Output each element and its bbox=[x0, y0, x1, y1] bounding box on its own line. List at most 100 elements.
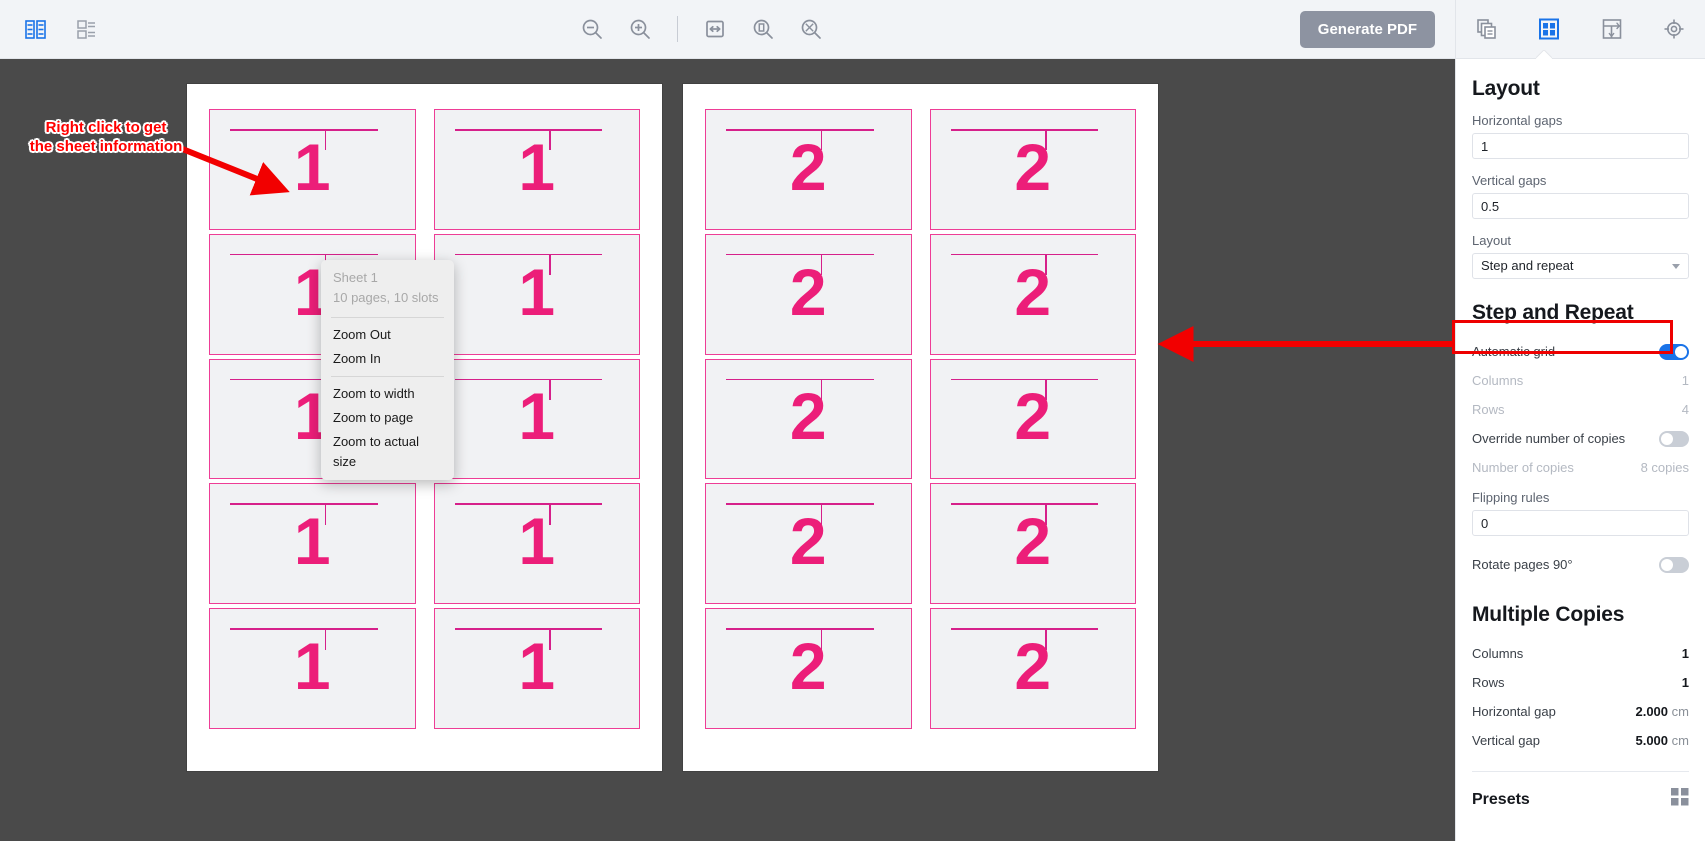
slot[interactable]: 2 bbox=[929, 358, 1136, 480]
presets-title: Presets bbox=[1472, 790, 1530, 808]
sheet-1-label: 1 bbox=[420, 749, 429, 764]
generate-pdf-button[interactable]: Generate PDF bbox=[1299, 10, 1435, 48]
slot-page-number: 2 bbox=[789, 504, 827, 579]
row-automatic-grid[interactable]: Automatic grid bbox=[1472, 337, 1689, 366]
presets-row[interactable]: Presets bbox=[1472, 772, 1689, 811]
label-mc-hgap: Horizontal gap bbox=[1472, 704, 1556, 719]
slot[interactable]: 2 bbox=[929, 233, 1136, 355]
value-columns-step: 1 bbox=[1681, 373, 1689, 388]
layout-select[interactable]: Step and repeat bbox=[1472, 253, 1689, 279]
slot[interactable]: 1 bbox=[433, 483, 640, 605]
flipping-rules-input[interactable] bbox=[1472, 510, 1689, 536]
label-override-copies: Override number of copies bbox=[1472, 431, 1626, 446]
value-mc-hgap: 2.000 cm bbox=[1635, 704, 1689, 719]
slot[interactable]: 2 bbox=[705, 608, 912, 729]
section-title-multiple-copies: Multiple Copies bbox=[1472, 603, 1625, 626]
slot[interactable]: 1 bbox=[209, 109, 416, 230]
slot[interactable]: 2 bbox=[929, 608, 1136, 729]
context-menu-header: Sheet 1 10 pages, 10 slots bbox=[321, 266, 454, 312]
slot-page-number: 1 bbox=[293, 129, 331, 204]
toolbar-left-group bbox=[0, 12, 104, 46]
slot[interactable]: 2 bbox=[705, 358, 912, 480]
slot-page-number: 2 bbox=[789, 129, 827, 204]
slot[interactable]: 1 bbox=[433, 233, 640, 355]
panel-tab-caret bbox=[1536, 50, 1552, 59]
label-mc-vgap: Vertical gap bbox=[1472, 733, 1540, 748]
section-title-layout: Layout bbox=[1472, 77, 1540, 100]
zoom-to-width-icon[interactable] bbox=[698, 12, 732, 46]
right-sidebar: Layout Horizontal gaps Vertical gaps Lay… bbox=[1455, 0, 1705, 841]
app-root: Generate PDF 1 1 1 1 1 1 1 1 1 1 1 2 2 2… bbox=[0, 0, 1705, 841]
top-toolbar: Generate PDF bbox=[0, 0, 1455, 59]
label-columns-step: Columns bbox=[1472, 373, 1524, 388]
vertical-gaps-input[interactable] bbox=[1472, 193, 1689, 219]
zoom-in-icon[interactable] bbox=[623, 12, 657, 46]
slot-page-number: 1 bbox=[293, 628, 331, 703]
slot-page-number: 1 bbox=[518, 628, 556, 703]
tab-layout[interactable] bbox=[1529, 9, 1569, 49]
slot[interactable]: 2 bbox=[705, 233, 912, 355]
automatic-grid-toggle[interactable] bbox=[1659, 343, 1689, 360]
slot[interactable]: 2 bbox=[705, 483, 912, 605]
context-menu-subtitle: 10 pages, 10 slots bbox=[333, 290, 439, 305]
sheet-2-label: 2 bbox=[916, 749, 925, 764]
value-mc-vgap: 5.000 cm bbox=[1635, 733, 1689, 748]
row-mc-vgap: Vertical gap 5.000 cm bbox=[1472, 726, 1689, 755]
slot[interactable]: 2 bbox=[929, 109, 1136, 230]
slot[interactable]: 1 bbox=[209, 608, 416, 729]
slot[interactable]: 2 bbox=[929, 483, 1136, 605]
compare-view-icon[interactable] bbox=[18, 12, 52, 46]
label-vertical-gaps: Vertical gaps bbox=[1472, 173, 1547, 188]
value-mc-vgap-unit: cm bbox=[1671, 733, 1689, 748]
toolbar-right-group: Generate PDF bbox=[1299, 10, 1455, 48]
menu-item-zoom-in[interactable]: Zoom In bbox=[321, 347, 454, 371]
slot-page-number: 2 bbox=[1014, 504, 1052, 579]
panel-tab-bar bbox=[1456, 0, 1705, 59]
sheet-2-slot-grid: 2 2 2 2 2 2 2 2 2 2 bbox=[705, 109, 1136, 729]
tab-pages[interactable] bbox=[1467, 9, 1507, 49]
slot[interactable]: 1 bbox=[433, 109, 640, 230]
chevron-down-icon bbox=[1672, 264, 1680, 269]
slot[interactable]: 1 bbox=[209, 483, 416, 605]
row-rotate-pages[interactable]: Rotate pages 90° bbox=[1472, 550, 1689, 579]
value-number-of-copies: 8 copies bbox=[1640, 460, 1689, 475]
label-automatic-grid: Automatic grid bbox=[1472, 344, 1556, 359]
value-rows-step: 4 bbox=[1681, 402, 1689, 417]
horizontal-gaps-input[interactable] bbox=[1472, 133, 1689, 159]
label-rows-step: Rows bbox=[1472, 402, 1505, 417]
tab-marks[interactable] bbox=[1592, 9, 1632, 49]
slot[interactable]: 1 bbox=[433, 358, 640, 480]
value-mc-hgap-number: 2.000 bbox=[1635, 704, 1669, 719]
menu-item-zoom-to-width[interactable]: Zoom to width bbox=[321, 382, 454, 406]
value-mc-columns: 1 bbox=[1681, 646, 1689, 661]
zoom-to-actual-size-icon[interactable] bbox=[794, 12, 828, 46]
slot[interactable]: 1 bbox=[433, 608, 640, 729]
row-override-copies[interactable]: Override number of copies bbox=[1472, 424, 1689, 453]
zoom-out-icon[interactable] bbox=[575, 12, 609, 46]
value-mc-rows: 1 bbox=[1681, 675, 1689, 690]
toolbar-zoom-group bbox=[104, 12, 1300, 46]
menu-item-zoom-out[interactable]: Zoom Out bbox=[321, 323, 454, 347]
override-copies-toggle[interactable] bbox=[1659, 430, 1689, 447]
context-menu-title: Sheet 1 bbox=[333, 270, 378, 285]
presets-grid-icon[interactable] bbox=[1671, 788, 1689, 811]
context-menu[interactable]: Sheet 1 10 pages, 10 slots Zoom Out Zoom… bbox=[321, 260, 454, 480]
save-icon[interactable] bbox=[70, 12, 104, 46]
slot-page-number: 1 bbox=[518, 129, 556, 204]
slot[interactable]: 2 bbox=[705, 109, 912, 230]
tab-registration[interactable] bbox=[1654, 9, 1694, 49]
sheet-canvas[interactable]: 1 1 1 1 1 1 1 1 1 1 1 2 2 2 2 2 2 2 2 2 … bbox=[0, 59, 1455, 841]
menu-item-zoom-to-page[interactable]: Zoom to page bbox=[321, 406, 454, 430]
slot-page-number: 2 bbox=[789, 379, 827, 454]
toggle-knob bbox=[1661, 432, 1673, 445]
toolbar-divider bbox=[677, 16, 679, 42]
zoom-to-page-icon[interactable] bbox=[746, 12, 780, 46]
slot-page-number: 2 bbox=[789, 628, 827, 703]
context-menu-separator bbox=[331, 376, 444, 377]
toggle-knob bbox=[1675, 345, 1687, 358]
label-mc-rows: Rows bbox=[1472, 675, 1505, 690]
rotate-pages-toggle[interactable] bbox=[1659, 556, 1689, 573]
menu-item-zoom-to-actual-size[interactable]: Zoom to actual size bbox=[321, 430, 454, 474]
sheet-2[interactable]: 2 2 2 2 2 2 2 2 2 2 bbox=[683, 84, 1158, 771]
label-flipping-rules: Flipping rules bbox=[1472, 490, 1550, 505]
